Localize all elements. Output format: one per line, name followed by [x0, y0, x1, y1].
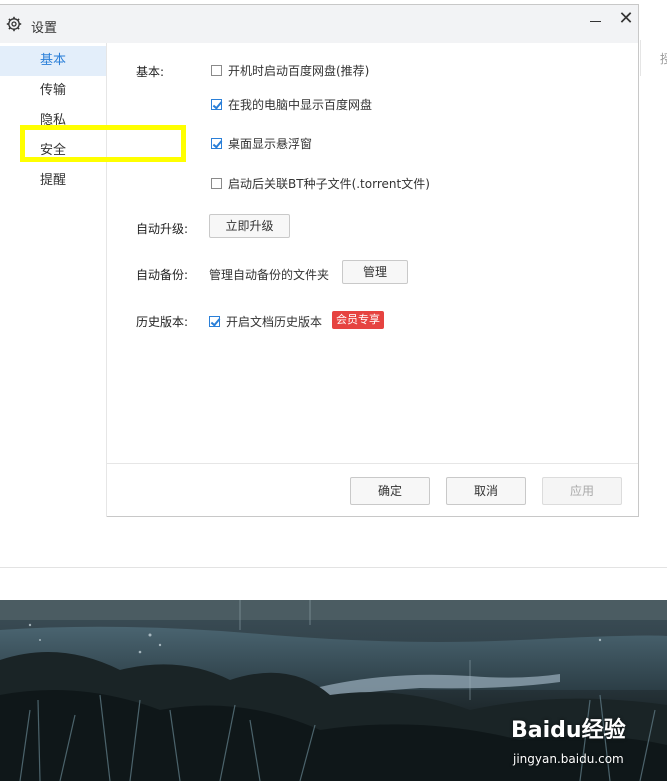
apply-button[interactable]: 应用 [542, 477, 622, 505]
cancel-button[interactable]: 取消 [446, 477, 526, 505]
floating-window-checkbox[interactable] [211, 138, 222, 149]
doc-history-label: 开启文档历史版本 [226, 315, 323, 329]
title-bar[interactable]: 设置 ✕ [0, 5, 638, 43]
sidebar-item-reminder[interactable]: 提醒 [0, 166, 106, 196]
upgrade-now-button[interactable]: 立即升级 [209, 214, 290, 238]
sidebar-item-transfer[interactable]: 传输 [0, 76, 106, 106]
doc-history-checkbox[interactable] [209, 316, 220, 327]
option-show-in-my-computer[interactable]: 在我的电脑中显示百度网盘 [211, 96, 372, 113]
ok-button[interactable]: 确定 [350, 477, 430, 505]
gear-icon [6, 16, 22, 32]
footer-divider [107, 463, 638, 464]
background-page-label: 授 [660, 52, 667, 66]
sidebar-item-basic[interactable]: 基本 [0, 46, 106, 76]
watermark-url: jingyan.baidu.com [513, 752, 624, 766]
autostart-label: 开机时启动百度网盘(推荐) [228, 64, 370, 78]
show-in-my-computer-checkbox[interactable] [211, 99, 222, 110]
security-highlight-box [20, 125, 186, 162]
floating-window-label: 桌面显示悬浮窗 [228, 137, 313, 151]
background-separator [0, 567, 667, 568]
close-button[interactable]: ✕ [616, 8, 636, 30]
show-in-my-computer-label: 在我的电脑中显示百度网盘 [228, 98, 373, 112]
minimize-button[interactable] [586, 11, 606, 31]
option-autostart[interactable]: 开机时启动百度网盘(推荐) [211, 62, 369, 79]
upgrade-section-label: 自动升级: [136, 222, 189, 236]
window-title: 设置 [31, 21, 58, 36]
option-floating-window[interactable]: 桌面显示悬浮窗 [211, 135, 312, 152]
basic-section-label: 基本: [136, 65, 165, 79]
settings-sidebar: 基本 传输 隐私 安全 提醒 [0, 43, 107, 517]
history-section-label: 历史版本: [136, 315, 189, 329]
settings-dialog: 设置 ✕ 基本 传输 隐私 安全 提醒 基本: 开机时启动百度网盘(推荐) 在我… [0, 4, 639, 517]
option-doc-history[interactable]: 开启文档历史版本 [209, 313, 322, 330]
autostart-checkbox[interactable] [211, 65, 222, 76]
member-badge: 会员专享 [332, 311, 384, 329]
option-bt-association[interactable]: 启动后关联BT种子文件(.torrent文件) [211, 175, 430, 192]
bt-association-label: 启动后关联BT种子文件(.torrent文件) [228, 177, 430, 191]
backup-section-label: 自动备份: [136, 268, 189, 282]
manage-backup-button[interactable]: 管理 [342, 260, 408, 284]
watermark-brand: Baidu经验 [511, 718, 626, 743]
backup-description: 管理自动备份的文件夹 [209, 268, 330, 282]
bt-association-checkbox[interactable] [211, 178, 222, 189]
